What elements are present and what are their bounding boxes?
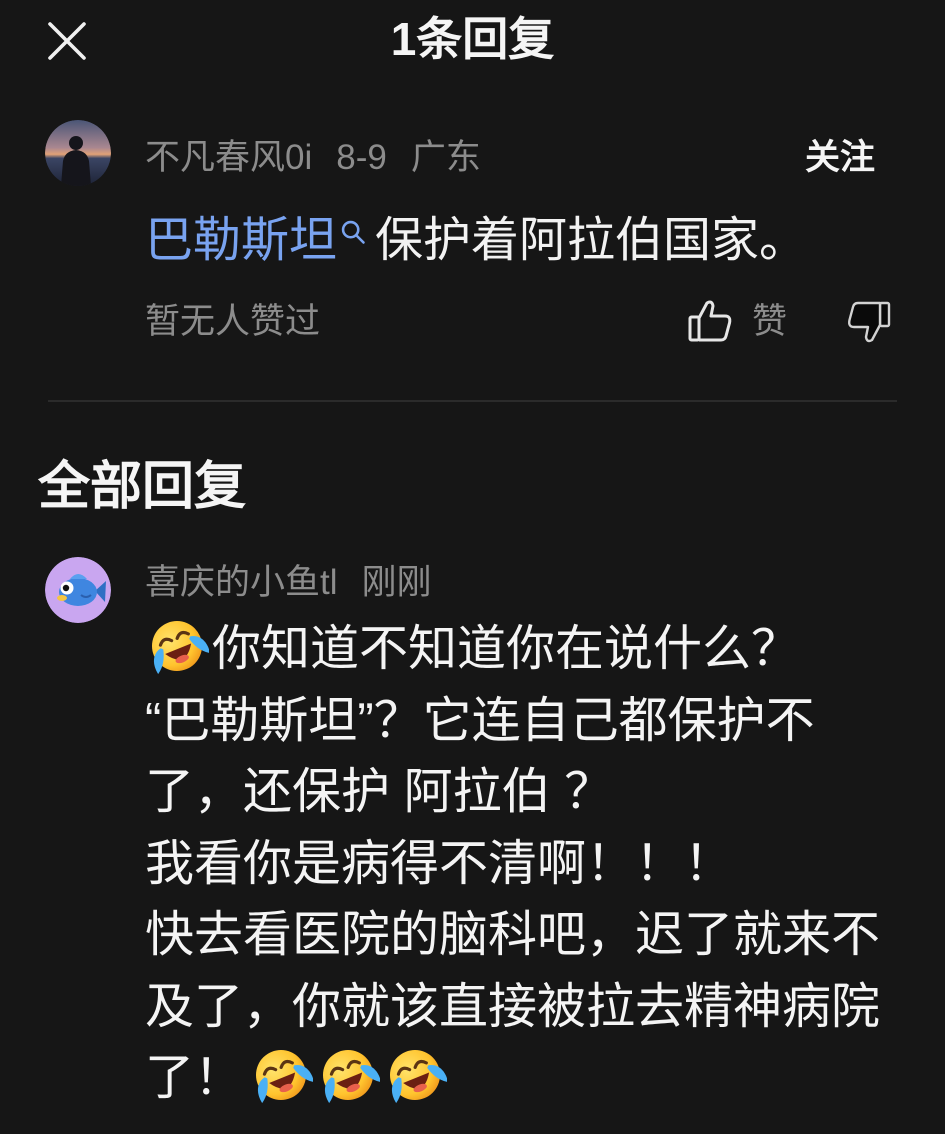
comment-text: 巴勒斯坦 保护着阿拉伯国家。 xyxy=(145,212,807,270)
avatar[interactable] xyxy=(45,120,111,186)
reply-line: 了，还保护 阿拉伯 ？ xyxy=(145,757,880,829)
dislike-button[interactable] xyxy=(845,298,893,346)
reply-line: 你知道不知道你在说什么？ xyxy=(145,614,880,686)
reply-line: 及了，你就该直接被拉去精神病院 xyxy=(145,972,880,1044)
reply-username[interactable]: 喜庆的小鱼tl xyxy=(145,562,338,604)
reply-text: 你知道不知道你在说什么？ “巴勒斯坦”？它连自己都保护不 了，还保护 阿拉伯 ？… xyxy=(145,614,880,1115)
reply-line-text: 了！ xyxy=(145,1051,244,1105)
reply-time: 刚刚 xyxy=(361,563,432,602)
comment-meta: 不凡春风0i 8-9 广东 xyxy=(145,137,505,179)
page-title: 1条回复 xyxy=(390,13,555,65)
like-label[interactable]: 赞 xyxy=(752,300,787,344)
topic-link[interactable]: 巴勒斯坦 xyxy=(145,214,337,267)
divider xyxy=(48,400,897,402)
reply-line: 快去看医院的脑科吧，迟了就来不 xyxy=(145,900,880,972)
like-button[interactable] xyxy=(686,297,734,345)
laugh-cry-emoji xyxy=(145,614,209,678)
reply-meta: 喜庆的小鱼tl 刚刚 xyxy=(145,562,456,604)
reply-line-text: 我看你是病得不清啊！！！ xyxy=(145,836,734,891)
search-icon[interactable] xyxy=(339,218,367,246)
reply-line: “巴勒斯坦”？它连自己都保护不 xyxy=(145,686,880,758)
reply-line-text: 及了，你就该直接被拉去精神病院 xyxy=(145,979,881,1034)
replies-heading: 全部回复 xyxy=(38,458,247,516)
comment-username[interactable]: 不凡春风0i xyxy=(145,137,312,179)
reply-line-text: 了，还保护 阿拉伯 ？ xyxy=(145,765,614,819)
reply-line: 了！ xyxy=(145,1043,880,1115)
thumbs-down-icon xyxy=(845,298,893,346)
likes-status: 暂无人赞过 xyxy=(145,302,321,341)
laugh-cry-emoji xyxy=(249,1043,313,1107)
reply-line-text: “巴勒斯坦”？它连自己都保护不 xyxy=(145,693,815,748)
reply-line-text: 你知道不知道你在说什么？ xyxy=(212,622,801,676)
avatar-photo xyxy=(45,120,111,186)
laugh-cry-emoji xyxy=(383,1043,447,1107)
reply-avatar[interactable] xyxy=(45,557,111,623)
comment-date: 8-9 xyxy=(336,138,387,177)
comment-text-rest: 保护着阿拉伯国家。 xyxy=(375,214,808,267)
reply-line-text: 快去看医院的脑科吧，迟了就来不 xyxy=(145,908,881,962)
follow-button[interactable]: 关注 xyxy=(805,137,875,179)
reply-line: 我看你是病得不清啊！！！ xyxy=(145,829,880,901)
laugh-cry-emoji xyxy=(316,1043,380,1107)
thumbs-up-icon xyxy=(686,297,734,345)
comment-location: 广东 xyxy=(410,138,481,177)
fish-avatar xyxy=(45,557,111,623)
